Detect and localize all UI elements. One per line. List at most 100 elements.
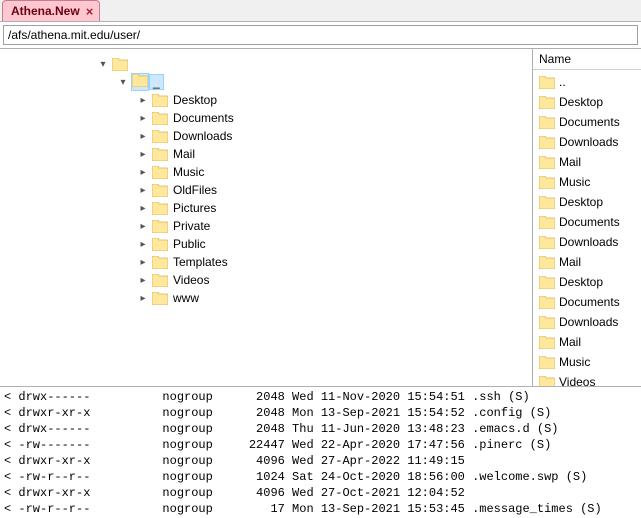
tree-item[interactable]: ▸ Mail (4, 145, 528, 163)
tree-item[interactable]: ▸ Documents (4, 109, 528, 127)
folder-icon (539, 216, 555, 229)
tree-item-label: Videos (170, 273, 212, 287)
list-body[interactable]: ..DesktopDocumentsDownloadsMailMusicDesk… (533, 70, 641, 386)
chevron-right-icon[interactable]: ▸ (136, 185, 150, 196)
folder-icon (152, 166, 168, 179)
tree-root[interactable]: ▾ (4, 55, 528, 73)
folder-icon (152, 112, 168, 125)
tree-item-label: Desktop (170, 93, 220, 107)
folder-icon (152, 94, 168, 107)
list-item[interactable]: Downloads (537, 232, 641, 252)
tree-item[interactable]: ▸ Downloads (4, 127, 528, 145)
chevron-right-icon[interactable]: ▸ (136, 167, 150, 178)
list-item[interactable]: Mail (537, 152, 641, 172)
chevron-down-icon[interactable]: ▾ (96, 59, 110, 70)
tree-item[interactable]: ▸ Music (4, 163, 528, 181)
list-item-label: Videos (559, 375, 595, 386)
list-item[interactable]: Desktop (537, 272, 641, 292)
chevron-right-icon[interactable]: ▸ (136, 149, 150, 160)
list-item-label: Mail (559, 155, 581, 169)
list-pane: Name ..DesktopDocumentsDownloadsMailMusi… (533, 49, 641, 386)
terminal-output[interactable]: < drwx------ nogroup 2048 Wed 11-Nov-202… (0, 387, 641, 518)
list-header-name[interactable]: Name (533, 49, 641, 70)
chevron-right-icon[interactable]: ▸ (136, 203, 150, 214)
tree-item[interactable]: ▸ Desktop (4, 91, 528, 109)
list-item[interactable]: Documents (537, 212, 641, 232)
list-item[interactable]: Documents (537, 112, 641, 132)
chevron-right-icon[interactable]: ▸ (136, 113, 150, 124)
folder-icon (539, 236, 555, 249)
tab-bar: Athena.New × (0, 0, 641, 22)
tree-item-label: Templates (170, 255, 231, 269)
folder-icon (539, 376, 555, 387)
folder-icon (539, 176, 555, 189)
folder-icon (152, 220, 168, 233)
tree-item-label: Private (170, 219, 213, 233)
folder-icon (539, 336, 555, 349)
chevron-right-icon[interactable]: ▸ (136, 95, 150, 106)
tree-item-label: www (170, 291, 202, 305)
list-item-label: Music (559, 175, 590, 189)
address-bar (0, 22, 641, 49)
folder-icon (539, 316, 555, 329)
tree-item-label: Documents (170, 111, 237, 125)
folder-icon (539, 76, 555, 89)
chevron-right-icon[interactable]: ▸ (136, 257, 150, 268)
list-item[interactable]: Mail (537, 332, 641, 352)
chevron-right-icon[interactable]: ▸ (136, 131, 150, 142)
folder-icon (152, 238, 168, 251)
list-item-label: Downloads (559, 135, 618, 149)
chevron-right-icon[interactable]: ▸ (136, 239, 150, 250)
tree-item-current[interactable]: ▾_ (4, 73, 528, 91)
list-item[interactable]: .. (537, 72, 641, 92)
folder-icon (152, 256, 168, 269)
tree-item-label: Public (170, 237, 209, 251)
list-item[interactable]: Music (537, 172, 641, 192)
folder-icon (539, 136, 555, 149)
tree-pane[interactable]: ▾▾_▸Desktop▸Documents▸Downloads▸Mail▸Mus… (0, 49, 533, 386)
chevron-right-icon[interactable]: ▸ (136, 293, 150, 304)
list-item[interactable]: Music (537, 352, 641, 372)
folder-icon (112, 58, 128, 71)
tree-item[interactable]: ▸ www (4, 289, 528, 307)
folder-icon (539, 276, 555, 289)
list-item[interactable]: Downloads (537, 132, 641, 152)
list-item[interactable]: Desktop (537, 92, 641, 112)
tree-item[interactable]: ▸ Templates (4, 253, 528, 271)
folder-icon (539, 296, 555, 309)
tree-item-label: Pictures (170, 201, 219, 215)
tree-item[interactable]: ▸OldFiles (4, 181, 528, 199)
folder-icon (539, 156, 555, 169)
tree-item-label: Downloads (170, 129, 235, 143)
folder-icon (152, 148, 168, 161)
tree-item-label: _ (149, 74, 164, 90)
folder-icon (539, 256, 555, 269)
chevron-down-icon[interactable]: ▾ (116, 77, 130, 88)
tree-item[interactable]: ▸ Videos (4, 271, 528, 289)
tree-item-label: Music (170, 165, 207, 179)
close-icon[interactable]: × (86, 5, 94, 18)
list-item[interactable]: Mail (537, 252, 641, 272)
address-input[interactable] (3, 25, 638, 45)
list-item-label: Documents (559, 215, 620, 229)
list-item[interactable]: Desktop (537, 192, 641, 212)
list-item[interactable]: Videos (537, 372, 641, 386)
list-item-label: Documents (559, 115, 620, 129)
tree-item-label: Mail (170, 147, 198, 161)
list-item-label: Mail (559, 255, 581, 269)
tree-item[interactable]: ▸ Private (4, 217, 528, 235)
chevron-right-icon[interactable]: ▸ (136, 275, 150, 286)
tree-item[interactable]: ▸ Public (4, 235, 528, 253)
list-item-label: Documents (559, 295, 620, 309)
list-item[interactable]: Documents (537, 292, 641, 312)
tab-title: Athena.New (11, 4, 80, 18)
folder-icon (152, 274, 168, 287)
list-item[interactable]: Downloads (537, 312, 641, 332)
folder-icon (152, 202, 168, 215)
folder-icon (539, 196, 555, 209)
chevron-right-icon[interactable]: ▸ (136, 221, 150, 232)
tab-athena[interactable]: Athena.New × (2, 0, 100, 21)
tree-item[interactable]: ▸ Pictures (4, 199, 528, 217)
folder-icon (152, 184, 168, 197)
folder-icon (539, 116, 555, 129)
